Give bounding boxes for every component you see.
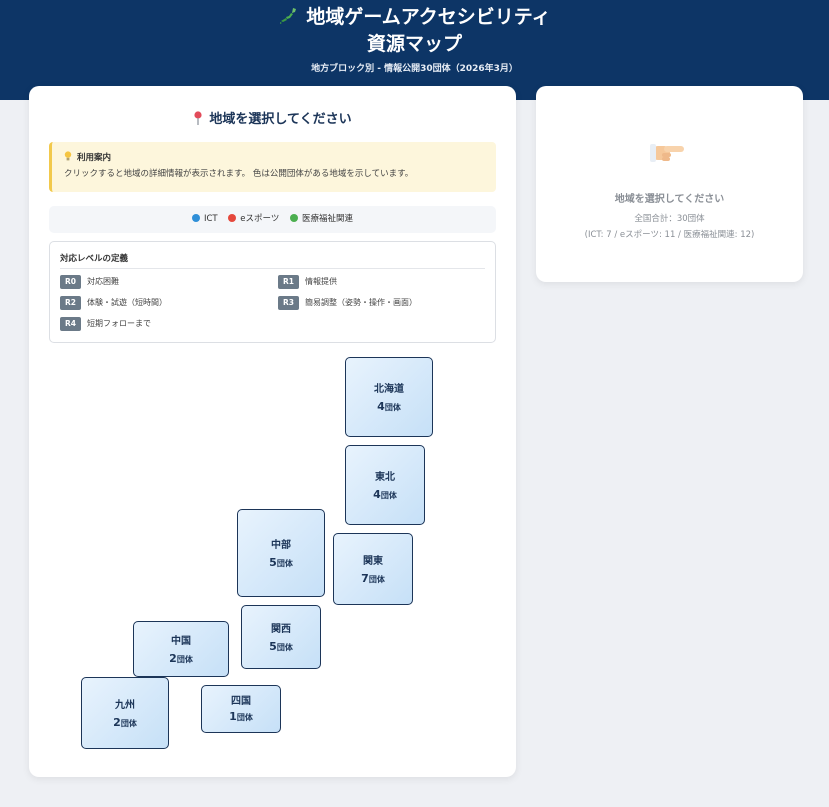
region-chugoku[interactable]: 中国 2団体: [133, 621, 229, 677]
level-r3: R3 簡易調整（姿勢・操作・画面）: [278, 296, 417, 310]
lightbulb-icon: [64, 151, 72, 161]
region-tohoku[interactable]: 東北 4団体: [345, 445, 425, 525]
usage-guide: 利用案内 クリックすると地域の詳細情報が表示されます。 色は公開団体がある地域を…: [49, 142, 496, 192]
region-hokkaido[interactable]: 北海道 4団体: [345, 357, 433, 437]
detail-placeholder-title: 地域を選択してください: [614, 194, 725, 205]
usage-guide-text: クリックすると地域の詳細情報が表示されます。 色は公開団体がある地域を示していま…: [64, 169, 414, 179]
legend-dot-esports: [228, 214, 237, 222]
legend-dot-ict: [191, 214, 200, 222]
region-map-panel: 地域を選択してください 利用案内 クリックすると地域の詳細情報が表示されます。 …: [29, 86, 516, 777]
level-badge: R2: [60, 296, 81, 310]
region-detail-panel: 地域を選択してください 全国合計：30団体 (ICT: 7 / eスポーツ: 1…: [536, 86, 803, 282]
page-subtitle: 地方ブロック別 - 情報公開30団体（2026年3月）: [311, 64, 518, 74]
pointing-hand-icon: [650, 144, 684, 162]
level-badge: R0: [60, 275, 81, 289]
legend-dot-medical: [290, 214, 299, 222]
japan-map-icon: [280, 8, 297, 24]
national-total: 全国合計：30団体: [634, 214, 705, 224]
usage-guide-title: 利用案内: [64, 151, 484, 163]
legend-item-medical: 医療福祉関連: [290, 206, 353, 233]
title-line-1: 地域ゲームアクセシビリティ: [306, 6, 551, 28]
app-header: 地域ゲームアクセシビリティ 資源マップ 地方ブロック別 - 情報公開30団体（2…: [0, 0, 829, 100]
map-heading: 地域を選択してください: [29, 108, 516, 127]
level-badge: R1: [278, 275, 299, 289]
pin-icon: [194, 111, 202, 125]
category-legend: ICT eスポーツ 医療福祉関連: [49, 206, 496, 233]
title-line-2: 資源マップ: [366, 33, 462, 55]
level-r4: R4 短期フォローまで: [60, 317, 151, 331]
level-r1: R1 情報提供: [278, 275, 337, 289]
level-definitions-title: 対応レベルの定義: [60, 252, 485, 269]
level-definitions: 対応レベルの定義 R0 対応困難 R1 情報提供 R2 体験・試遊（短時間） R3 簡易…: [49, 241, 496, 343]
region-kansai[interactable]: 関西 5団体: [241, 605, 321, 669]
legend-item-ict: ICT: [191, 206, 218, 233]
level-badge: R4: [60, 317, 81, 331]
page-title: 地域ゲームアクセシビリティ: [0, 4, 829, 30]
level-r2: R2 体験・試遊（短時間）: [60, 296, 167, 310]
map-heading-text: 地域を選択してください: [209, 112, 352, 127]
level-r0: R0 対応困難: [60, 275, 119, 289]
region-kanto[interactable]: 関東 7団体: [333, 533, 413, 605]
region-chubu[interactable]: 中部 5団体: [237, 509, 325, 597]
category-breakdown: (ICT: 7 / eスポーツ: 11 / 医療福祉関連: 12): [584, 230, 755, 240]
legend-item-esports: eスポーツ: [228, 206, 279, 233]
region-kyushu[interactable]: 九州 2団体: [81, 677, 169, 749]
level-badge: R3: [278, 296, 299, 310]
region-shikoku[interactable]: 四国 1団体: [201, 685, 281, 733]
